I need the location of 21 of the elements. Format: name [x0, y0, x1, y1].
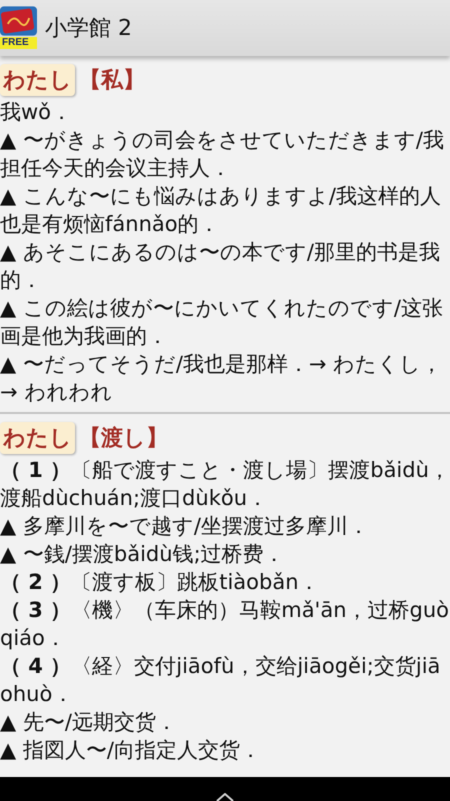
- app-title: 小学館 2: [45, 15, 132, 43]
- definition-text: ▲ 指図人〜/向指定人交货．: [0, 737, 262, 764]
- definition-text: ▲ 〜がきょうの司会をさせていただきます/我担任今天的会议主持人．: [0, 127, 445, 182]
- headword-kanji: 【私】: [79, 67, 145, 95]
- headword-reading[interactable]: わたし: [0, 64, 75, 96]
- definition-text: （ 1 ）〔船で渡すこと・渡し場〕摆渡bǎidù，渡船dùchuán;渡口dùkǒu．: [0, 457, 450, 512]
- definition-text: ▲ 〜銭/摆渡bǎidù钱;过桥费．: [0, 541, 286, 568]
- definition-text: → われわれ: [0, 379, 114, 406]
- headword-reading[interactable]: わたし: [0, 422, 75, 454]
- definition-text: ▲ この絵は彼が〜にかいてくれたのです/这张画是他为我画的．: [0, 295, 444, 350]
- definition-text: （ 4 ）〈経〉交付jiāofù，交给jiāogěi;交货jiāohuò．: [0, 653, 442, 708]
- definition-text: ▲ 〜だってそうだ/我也是那样．→ わたくし，: [0, 351, 444, 378]
- definition-text: （ 2 ）〔渡す板〕跳板tiàobǎn．: [0, 569, 321, 596]
- definition-text: （ 3 ）〈機〉（车床的）马鞍mǎ'ān，过桥guòqiáo．: [0, 597, 450, 652]
- definition-text: ▲ こんな〜にも悩みはありますよ/我这样的人也是有烦恼fánnǎo的．: [0, 183, 442, 238]
- definition-text: ▲ 先〜/远期交货．: [0, 709, 178, 736]
- definition-text: 我wǒ．: [0, 99, 74, 126]
- caret-up-icon[interactable]: [215, 793, 235, 801]
- definition-text: ▲ 多摩川を〜で越す/坐摆渡过多摩川．: [0, 513, 370, 540]
- headword-kanji: 【渡し】: [79, 425, 168, 453]
- definition-text: ▲ あそこにあるのは〜の本です/那里的书是我的．: [0, 239, 441, 294]
